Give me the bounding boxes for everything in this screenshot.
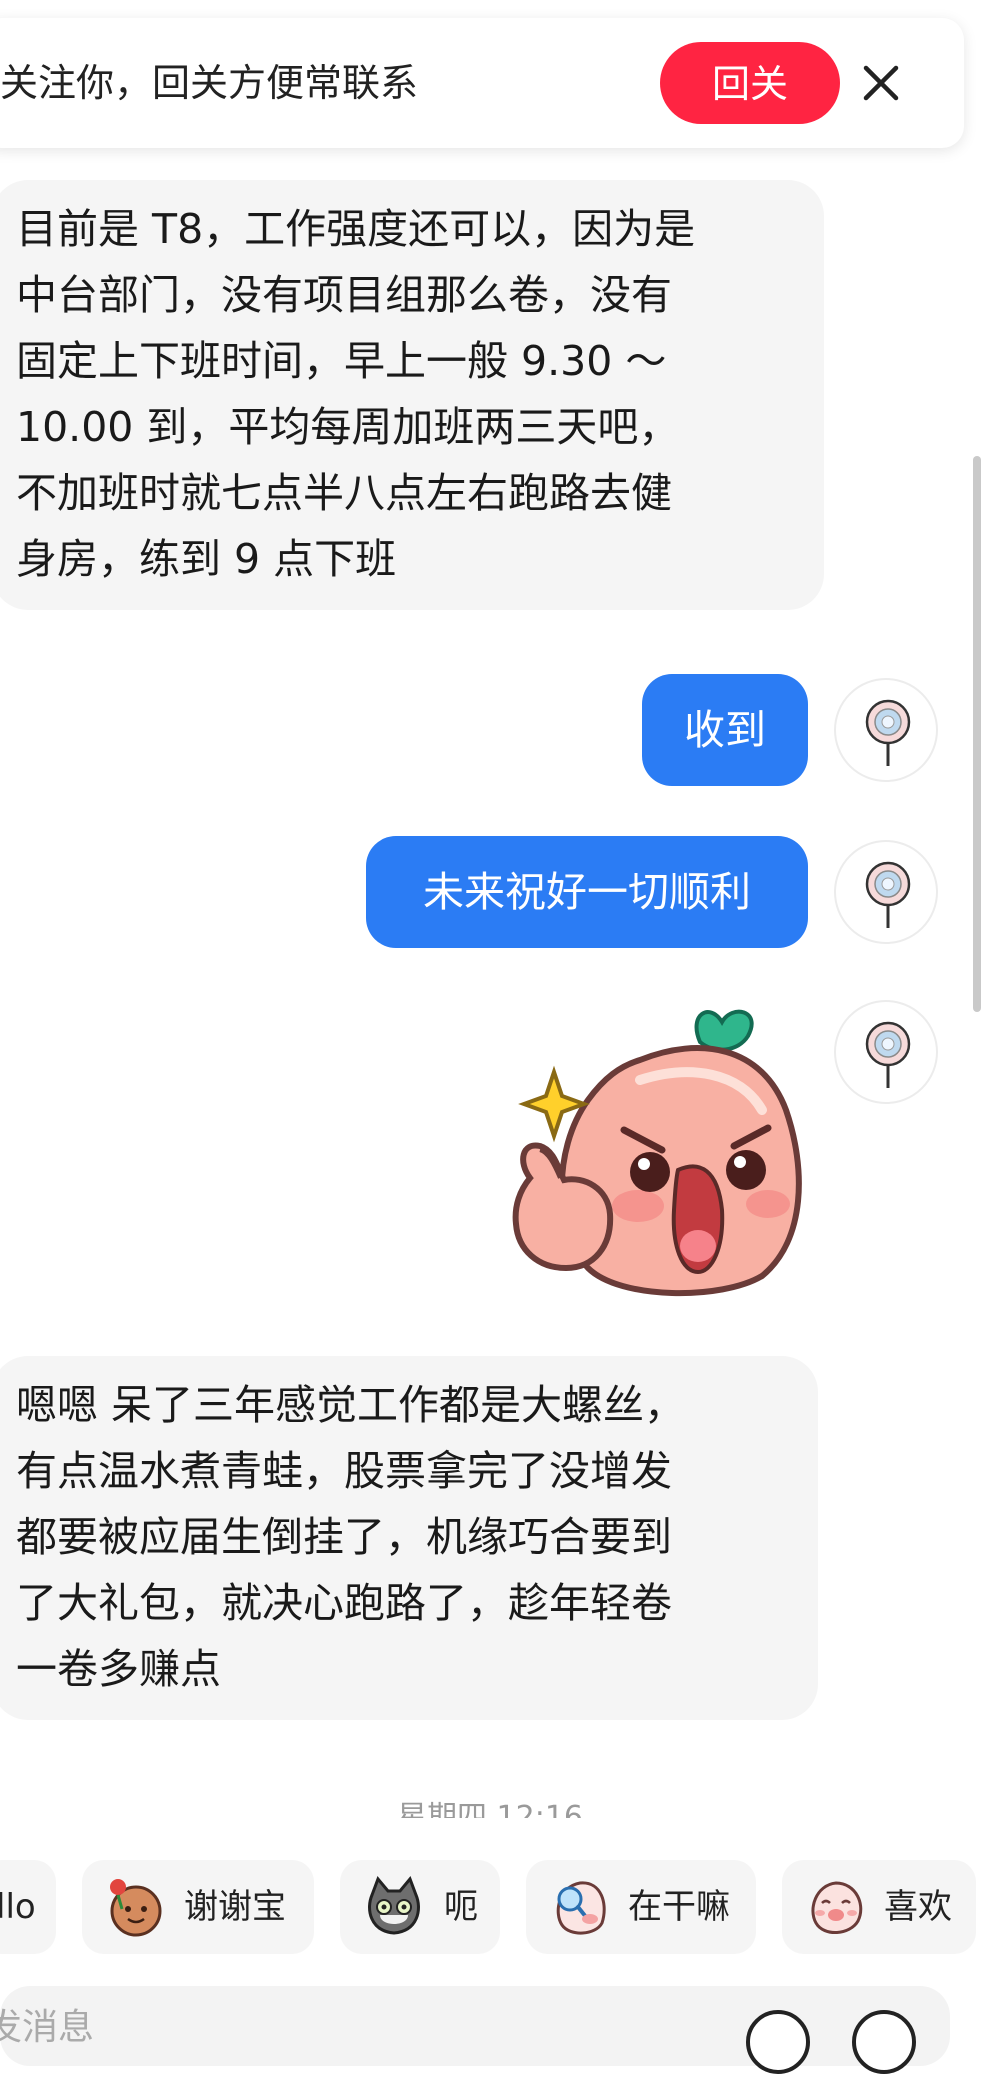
follow-back-banner: 关注你，回关方便常联系 回关 (0, 18, 964, 148)
quick-reply-like[interactable]: 喜欢 (782, 1860, 976, 1954)
emoji-button[interactable] (746, 2010, 810, 2074)
quick-reply-thanks[interactable]: 谢谢宝 (82, 1860, 314, 1954)
message-line: 了大礼包，就决心跑路了，趁年轻卷 (16, 1579, 672, 1627)
chip-label: 呃 (444, 1887, 478, 1927)
chip-label: 谢谢宝 (184, 1887, 286, 1927)
message-line: 一卷多赚点 (16, 1645, 221, 1693)
message-line: 嗯嗯 呆了三年感觉工作都是大螺丝， (16, 1381, 686, 1429)
message-line: 身房，练到 9 点下班 (16, 535, 397, 583)
avatar[interactable] (834, 840, 938, 944)
avatar[interactable] (834, 1000, 938, 1104)
avatar[interactable] (834, 678, 938, 782)
close-icon[interactable] (858, 60, 904, 106)
message-line: 固定上下班时间，早上一般 9.30 ～ (16, 337, 667, 385)
incoming-message-bubble[interactable]: 目前是 T8，工作强度还可以，因为是 中台部门，没有项目组那么卷，没有 固定上下… (0, 180, 824, 610)
lollipop-avatar-icon (865, 699, 911, 766)
peach-thumbs-up-sticker[interactable] (500, 1000, 810, 1300)
message-line: 10.00 到，平均每周加班两三天吧， (16, 403, 680, 451)
chip-label: llo (0, 1887, 36, 1927)
message-text: 未来祝好一切顺利 (423, 868, 751, 916)
outgoing-message-bubble[interactable]: 未来祝好一切顺利 (366, 836, 808, 948)
lollipop-avatar-icon (865, 1021, 911, 1088)
incoming-message-bubble[interactable]: 嗯嗯 呆了三年感觉工作都是大螺丝， 有点温水煮青蛙，股票拿完了没增发 都要被应届… (0, 1356, 818, 1720)
thanks-sticker-icon (110, 1879, 162, 1937)
cat-sticker-icon (368, 1876, 420, 1935)
message-line: 不加班时就七点半八点左右跑路去健 (16, 469, 672, 517)
quick-reply-what-doing[interactable]: 在干嘛 (526, 1860, 756, 1954)
message-line: 中台部门，没有项目组那么卷，没有 (16, 271, 672, 319)
message-input-placeholder: 发消息 (0, 2007, 95, 2048)
message-line: 有点温水煮青蛙，股票拿完了没增发 (16, 1447, 672, 1495)
quick-reply-uh[interactable]: 呃 (340, 1860, 500, 1954)
love-sticker-icon (811, 1881, 863, 1934)
banner-text: 关注你，回关方便常联系 (0, 61, 419, 105)
quick-reply-hello[interactable]: llo (0, 1860, 56, 1954)
message-line: 目前是 T8，工作强度还可以，因为是 (16, 205, 696, 253)
scrollbar[interactable] (973, 456, 981, 1012)
follow-back-button[interactable]: 回关 (660, 42, 840, 124)
message-line: 都要被应届生倒挂了，机缘巧合要到 (16, 1513, 672, 1561)
message-text: 收到 (684, 706, 766, 754)
magnifier-sticker-icon (556, 1881, 606, 1935)
chip-label: 在干嘛 (628, 1887, 730, 1927)
chip-label: 喜欢 (884, 1887, 952, 1927)
outgoing-message-bubble[interactable]: 收到 (642, 674, 808, 786)
lollipop-avatar-icon (865, 861, 911, 928)
time-separator: 星期四 12:16 (397, 1800, 583, 1818)
more-button[interactable] (852, 2010, 916, 2074)
